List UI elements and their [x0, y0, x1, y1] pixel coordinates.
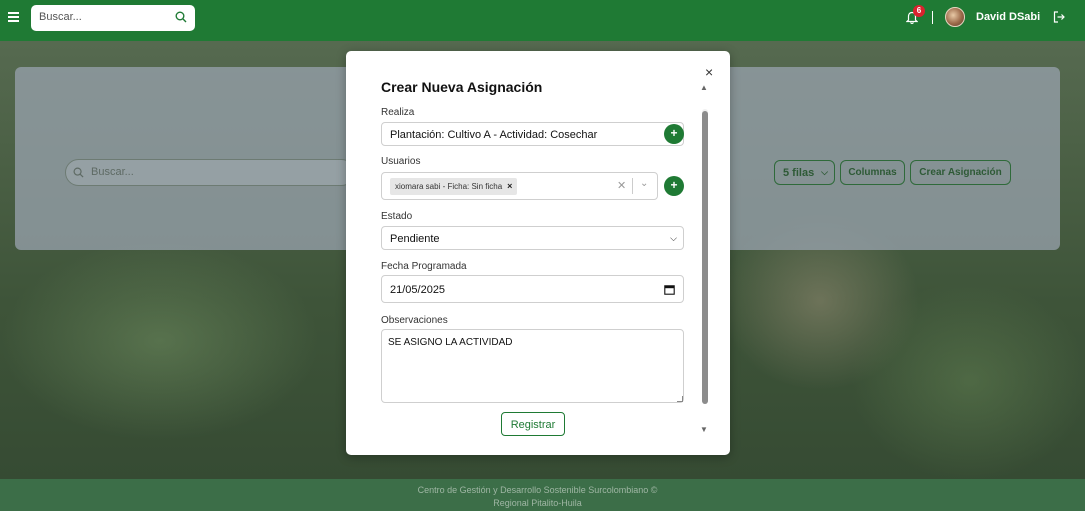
search-input[interactable]: Buscar...: [31, 5, 195, 31]
header-divider: [932, 11, 933, 24]
notification-badge: 6: [913, 5, 925, 17]
estado-label: Estado: [381, 211, 413, 222]
user-tag: xiomara sabi - Ficha: Sin ficha ×: [390, 178, 518, 195]
estado-select[interactable]: Pendiente ⌵: [381, 226, 684, 250]
footer: Centro de Gestión y Desarrollo Sostenibl…: [0, 479, 1085, 511]
estado-value: Pendiente: [390, 233, 440, 245]
usuarios-label: Usuarios: [381, 156, 421, 167]
scroll-down-arrow[interactable]: ▼: [700, 425, 708, 434]
calendar-icon[interactable]: [664, 284, 675, 295]
footer-line-1: Centro de Gestión y Desarrollo Sostenibl…: [417, 485, 658, 495]
logout-icon[interactable]: [1053, 11, 1065, 23]
realiza-value: Plantación: Cultivo A - Actividad: Cosec…: [390, 129, 598, 141]
search-icon[interactable]: [175, 11, 187, 23]
search-placeholder: Buscar...: [39, 11, 82, 23]
chevron-down-icon: ⌵: [670, 233, 677, 243]
observaciones-label: Observaciones: [381, 315, 448, 326]
register-button[interactable]: Registrar: [501, 412, 565, 436]
realiza-select[interactable]: Plantación: Cultivo A - Actividad: Cosec…: [381, 122, 684, 146]
clear-icon[interactable]: ✕: [617, 179, 626, 192]
scrollbar-thumb[interactable]: [702, 111, 708, 404]
fecha-value: 21/05/2025: [390, 284, 446, 296]
avatar[interactable]: [945, 7, 965, 27]
user-name[interactable]: David DSabi: [976, 11, 1040, 23]
menu-icon[interactable]: [8, 12, 19, 22]
user-tag-label: xiomara sabi - Ficha: Sin ficha: [395, 182, 503, 191]
background-blob: [850, 281, 1085, 481]
rows-per-page-label: 5 filas: [783, 167, 815, 179]
create-assignment-modal: × Crear Nueva Asignación ▲ ▼ Realiza Pla…: [346, 51, 730, 455]
footer-line-2: Regional Pitalito-Huila: [493, 498, 582, 508]
chevron-down-icon: ⌵: [821, 167, 828, 177]
fecha-input[interactable]: 21/05/2025: [381, 275, 684, 303]
add-user-button[interactable]: +: [664, 176, 684, 196]
remove-tag-icon[interactable]: ×: [507, 181, 512, 191]
observaciones-textarea[interactable]: SE ASIGNO LA ACTIVIDAD: [381, 329, 684, 403]
rows-per-page-select[interactable]: 5 filas ⌵: [774, 160, 835, 185]
modal-title: Crear Nueva Asignación: [381, 79, 543, 95]
usuarios-multiselect[interactable]: xiomara sabi - Ficha: Sin ficha × ✕ ⌄: [381, 172, 658, 200]
columns-button[interactable]: Columnas: [840, 160, 905, 185]
select-divider: [632, 178, 633, 194]
close-icon[interactable]: ×: [705, 64, 713, 80]
top-navbar: Buscar... 6 David DSabi: [0, 0, 1085, 41]
search-icon: [73, 167, 84, 178]
table-search-placeholder: Buscar...: [91, 166, 134, 178]
chevron-down-icon[interactable]: ⌄: [640, 178, 648, 189]
resize-handle[interactable]: [677, 396, 683, 402]
scroll-up-arrow[interactable]: ▲: [700, 83, 708, 92]
table-search-input[interactable]: Buscar...: [65, 159, 355, 186]
add-realiza-button[interactable]: +: [664, 124, 684, 144]
fecha-label: Fecha Programada: [381, 261, 467, 272]
create-assignment-button[interactable]: Crear Asignación: [910, 160, 1011, 185]
realiza-label: Realiza: [381, 107, 415, 118]
background-blob: [0, 241, 320, 441]
